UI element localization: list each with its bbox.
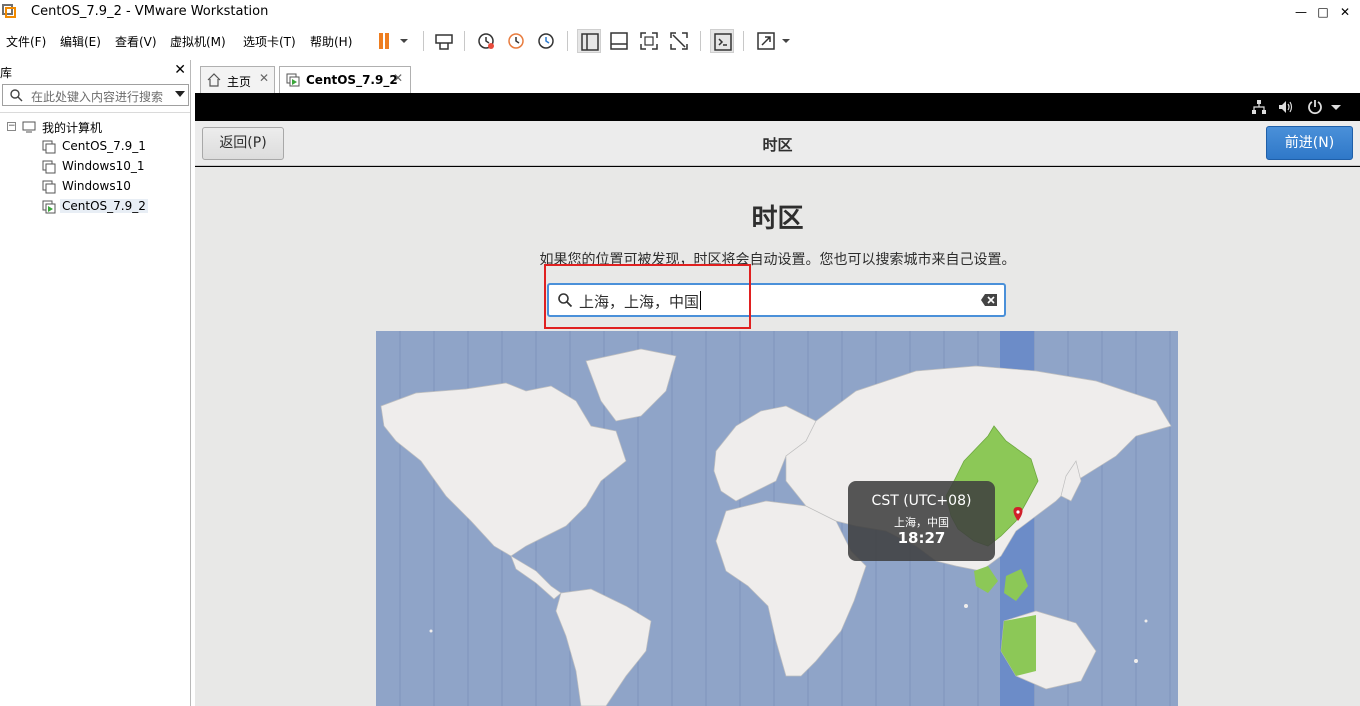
toolbar-divider [743, 31, 744, 51]
search-icon [10, 89, 23, 102]
installer-header-title: 时区 [762, 136, 793, 154]
power-menu-dropdown-icon[interactable] [1327, 98, 1345, 116]
world-map-graphic [376, 331, 1178, 706]
menu-toolbar: 文件(F) 编辑(E) 查看(V) 虚拟机(M) 选项卡(T) 帮助(H) [0, 24, 1360, 58]
vm-console[interactable]: 返回(P) 时区 前进(N) 时区 如果您的位置可被发现，时区将会自动设置。您也… [195, 93, 1360, 706]
tooltip-timezone: CST (UTC+08) [871, 493, 972, 509]
show-library-icon[interactable] [577, 29, 601, 53]
home-icon [207, 73, 221, 87]
send-ctrl-alt-del-icon[interactable] [432, 29, 456, 53]
library-header: 库 ✕ [0, 60, 191, 84]
show-thumbnail-icon[interactable] [607, 29, 631, 53]
tab-close-icon[interactable]: ✕ [259, 71, 269, 85]
tree-item-label: CentOS_7.9_1 [62, 139, 146, 153]
tree-item-label: CentOS_7.9_2 [60, 199, 148, 213]
tree-expander-icon[interactable]: − [7, 122, 16, 131]
tooltip-city: 上海，中国 [894, 516, 949, 529]
tab-vm-label: CentOS_7.9_2 [306, 73, 398, 87]
power-icon[interactable] [1306, 98, 1324, 116]
fullscreen-icon[interactable] [637, 29, 661, 53]
toolbar-divider [700, 31, 701, 51]
tab-bar: 主页 ✕ CentOS_7.9_2 ✕ [195, 60, 1360, 93]
installer-header: 返回(P) 时区 前进(N) [195, 121, 1360, 166]
snapshot-manager-icon[interactable] [534, 29, 558, 53]
pause-dropdown-icon[interactable] [396, 29, 412, 53]
stretch-icon[interactable] [754, 29, 778, 53]
tree-root-label: 我的计算机 [42, 121, 103, 135]
volume-icon[interactable] [1277, 98, 1295, 116]
library-panel: 库 ✕ 在此处键入内容进行搜索 − 我的计算机 CentOS_7.9_1 Win… [0, 60, 191, 706]
stretch-dropdown-icon[interactable] [778, 29, 794, 53]
console-view-icon[interactable] [710, 29, 734, 53]
tree-item-label: Windows10 [62, 179, 131, 193]
timezone-map[interactable]: CST (UTC+08) 上海，中国 18:27 [376, 331, 1178, 706]
vm-running-icon [286, 73, 300, 87]
window-title: CentOS_7.9_2 - VMware Workstation [31, 4, 269, 19]
annotation-highlight-box [544, 264, 751, 329]
pause-icon[interactable] [372, 29, 396, 53]
menu-tabs[interactable]: 选项卡(T) [243, 33, 296, 50]
page-description: 如果您的位置可被发现，时区将会自动设置。您也可以搜索城市来自己设置。 [539, 252, 1016, 268]
network-icon[interactable] [1250, 98, 1268, 116]
tab-home-label: 主页 [227, 75, 252, 89]
menu-edit[interactable]: 编辑(E) [60, 33, 101, 50]
vm-icon [42, 140, 56, 154]
toolbar-divider [567, 31, 568, 51]
tooltip-time: 18:27 [897, 529, 946, 547]
menu-vm[interactable]: 虚拟机(M) [170, 33, 226, 50]
menu-view[interactable]: 查看(V) [115, 33, 157, 50]
library-search-input[interactable]: 在此处键入内容进行搜索 [2, 84, 189, 106]
snapshot-take-icon[interactable] [474, 29, 498, 53]
timezone-page: 时区 如果您的位置可被发现，时区将会自动设置。您也可以搜索城市来自己设置。 上海… [195, 167, 1360, 706]
vm-icon [42, 180, 56, 194]
tab-vm[interactable]: CentOS_7.9_2 ✕ [279, 66, 411, 93]
library-title: 库 [0, 66, 13, 80]
page-title: 时区 [751, 204, 804, 234]
computer-icon [22, 121, 36, 133]
window-titlebar: CentOS_7.9_2 - VMware Workstation — □ ✕ [0, 0, 1360, 24]
toolbar-divider [464, 31, 465, 51]
library-tree: − 我的计算机 CentOS_7.9_1 Windows10_1 Windows… [0, 112, 190, 706]
library-search-placeholder: 在此处键入内容进行搜索 [31, 90, 164, 104]
library-close-button[interactable]: ✕ [174, 62, 186, 78]
timezone-tooltip: CST (UTC+08) 上海，中国 18:27 [848, 481, 995, 561]
toolbar-divider [423, 31, 424, 51]
guest-top-bar [195, 93, 1360, 121]
tree-item-label: Windows10_1 [62, 159, 145, 173]
vmware-logo-icon [2, 4, 16, 18]
tab-close-icon[interactable]: ✕ [393, 71, 403, 85]
next-button[interactable]: 前进(N) [1266, 126, 1353, 160]
clear-text-icon[interactable] [980, 293, 998, 307]
menu-help[interactable]: 帮助(H) [310, 33, 352, 50]
unity-icon[interactable] [667, 29, 691, 53]
tab-home[interactable]: 主页 ✕ [200, 66, 275, 93]
vm-running-icon [42, 200, 56, 214]
search-dropdown-icon[interactable] [175, 91, 185, 97]
close-window-button[interactable]: ✕ [1330, 2, 1360, 22]
vm-icon [42, 160, 56, 174]
menu-file[interactable]: 文件(F) [6, 33, 46, 50]
snapshot-revert-icon[interactable] [504, 29, 528, 53]
